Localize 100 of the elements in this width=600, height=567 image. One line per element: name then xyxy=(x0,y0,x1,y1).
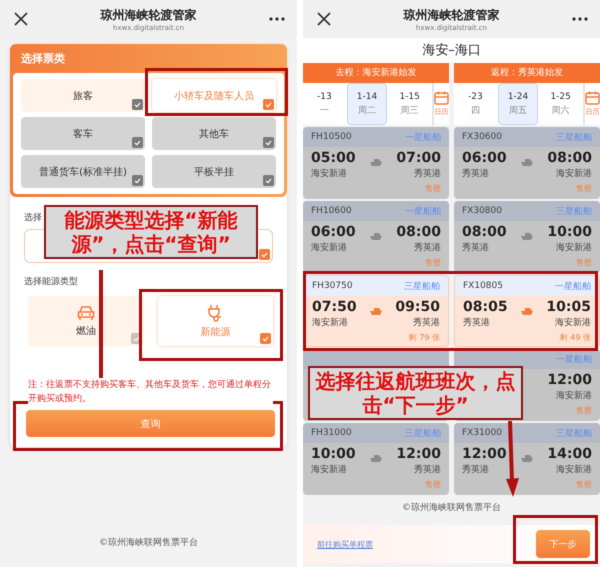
trip-card[interactable]: FH31000 三星船舶 10:00 海安新港 12:00 秀英港 售罄 xyxy=(303,423,449,495)
date-tab[interactable]: 1-14 周二 xyxy=(346,83,388,125)
section-title: 选择票类 xyxy=(20,51,66,67)
ship-icon xyxy=(520,306,534,316)
trip-number: FX30800 xyxy=(462,206,502,216)
ship-icon xyxy=(520,157,534,167)
trip-number: FX10805 xyxy=(463,281,503,291)
ship-grade: 三星船舶 xyxy=(405,428,441,440)
arrive-time: 08:00 xyxy=(396,224,441,240)
arrive-port: 海安新港 xyxy=(556,464,592,476)
ticket-status: 售罄 xyxy=(576,405,592,416)
ticket-status: 售罄 xyxy=(425,479,441,490)
app-title: 琼州海峡轮渡管家 xyxy=(100,6,196,24)
close-icon[interactable] xyxy=(14,12,28,26)
ship-grade: 三星船舶 xyxy=(556,206,592,218)
more-icon[interactable] xyxy=(269,17,285,21)
ship-grade: 三星船舶 xyxy=(556,132,592,144)
trip-card[interactable]: FX30800 三星船舶 08:00 秀英港 10:00 海安新港 售罄 xyxy=(454,201,600,273)
route-banner: 去程：海安新港始发 xyxy=(303,63,449,83)
ship-grade: 一星船舶 xyxy=(555,280,591,292)
ship-grade: 一星船舶 xyxy=(405,206,441,218)
depart-port: 秀英港 xyxy=(462,242,490,254)
trip-card[interactable]: FX10805 一星船舶 08:05 秀英港 10:05 海安新港 剩 49 张 xyxy=(454,275,600,347)
date-tab[interactable]: -13 一 xyxy=(305,84,344,124)
arrive-port: 海安新港 xyxy=(555,316,591,329)
ticket-status: 售罄 xyxy=(576,479,592,490)
trip-number: FH10600 xyxy=(311,206,352,216)
arrive-port: 秀英港 xyxy=(414,168,441,180)
ship-icon xyxy=(369,157,383,167)
depart-port: 秀英港 xyxy=(462,168,490,180)
arrive-time: 14:00 xyxy=(547,446,592,462)
depart-port: 海安新港 xyxy=(312,316,349,329)
trip-number: FX31000 xyxy=(462,428,502,438)
depart-time: 08:00 xyxy=(462,224,507,240)
arrive-time: 07:00 xyxy=(396,150,441,166)
depart-time: 08:05 xyxy=(463,299,508,315)
route-banner: 返程：秀英港始发 xyxy=(454,63,600,83)
check-icon xyxy=(132,175,143,186)
check-icon xyxy=(132,99,143,110)
depart-port: 海安新港 xyxy=(311,242,348,254)
depart-port: 秀英港 xyxy=(462,464,490,476)
depart-time: 05:00 xyxy=(311,150,356,166)
trip-card[interactable]: FH30750 三星船舶 07:50 海安新港 09:50 秀英港 剩 79 张 xyxy=(303,275,449,347)
trip-card[interactable]: FH10500 一星船舶 05:00 海安新港 07:00 秀英港 售罄 xyxy=(303,127,449,199)
arrive-time: 12:00 xyxy=(547,372,592,388)
ship-icon xyxy=(369,453,383,463)
trip-card[interactable]: FX31000 三星船舶 12:00 秀英港 14:00 海安新港 售罄 xyxy=(454,423,600,495)
ticket-type-option[interactable]: 旅客 xyxy=(21,79,145,112)
field-label: 选择能源类型 xyxy=(24,276,78,288)
depart-port: 海安新港 xyxy=(311,168,348,180)
field-label: 选择 xyxy=(24,212,42,224)
arrive-time: 12:00 xyxy=(396,446,441,462)
trip-card[interactable]: FH10600 一星船舶 06:00 海安新港 08:00 秀英港 售罄 xyxy=(303,201,449,273)
ship-icon xyxy=(369,306,383,316)
depart-port: 海安新港 xyxy=(311,464,348,476)
depart-port: 秀英港 xyxy=(463,316,491,329)
car-icon xyxy=(76,304,95,320)
arrive-port: 海安新港 xyxy=(556,390,592,402)
single-trip-link[interactable]: 前往购买单程票 xyxy=(317,538,373,550)
date-tab[interactable]: 1-24 周五 xyxy=(498,83,538,125)
route-title: 海安–海口 xyxy=(303,38,600,63)
trip-card[interactable]: FX30600 三星船舶 06:00 秀英港 08:00 海安新港 售罄 xyxy=(454,127,600,199)
arrive-time: 10:00 xyxy=(547,224,592,240)
ticket-status: 售罄 xyxy=(576,257,592,268)
depart-time: 12:00 xyxy=(462,446,507,462)
trip-number: FH30750 xyxy=(312,281,353,291)
date-tab[interactable]: -23 四 xyxy=(456,84,495,124)
ship-grade: 三星船舶 xyxy=(404,280,440,292)
trip-number: FH31000 xyxy=(311,428,352,438)
depart-time: 06:00 xyxy=(311,224,356,240)
check-icon xyxy=(260,333,271,344)
arrive-port: 海安新港 xyxy=(556,168,592,180)
arrive-time: 09:50 xyxy=(395,299,440,315)
ship-grade: 一星船舶 xyxy=(556,354,592,366)
energy-option[interactable]: 燃油 xyxy=(28,296,144,346)
arrive-time: 10:05 xyxy=(546,299,591,315)
ship-grade: 一星船舶 xyxy=(405,132,441,144)
check-icon xyxy=(132,137,143,148)
plug-icon xyxy=(207,304,224,322)
footer-text: ©琼州海峡联网售票平台 xyxy=(401,502,502,514)
check-icon xyxy=(259,249,270,260)
ticket-status: 剩 79 张 xyxy=(408,332,440,343)
annotation-tooltip: 选择往返航班班次，点击“下一步” xyxy=(308,366,523,420)
ship-icon xyxy=(369,231,383,241)
depart-time: 06:00 xyxy=(462,150,507,166)
check-icon xyxy=(263,137,274,148)
check-icon xyxy=(263,99,274,110)
ticket-status: 售罄 xyxy=(425,183,441,194)
date-tab[interactable]: 1-15 周三 xyxy=(390,84,430,124)
ticket-status: 售罄 xyxy=(425,257,441,268)
ticket-status: 剩 49 张 xyxy=(560,332,591,343)
close-icon[interactable] xyxy=(317,12,331,26)
depart-time: 10:00 xyxy=(311,446,356,462)
more-icon[interactable] xyxy=(572,17,588,21)
ticket-status: 售罄 xyxy=(576,183,592,194)
note-text: 注：往返票不支持购买客车、其他车及货车，您可通过单程分开购买或预约。 xyxy=(28,378,273,406)
annotation-tooltip: 能源类型选择“新能源”，点击“查询” xyxy=(44,205,258,259)
app-title: 琼州海峡轮渡管家 xyxy=(404,6,500,24)
date-tab[interactable]: 1-25 周六 xyxy=(541,84,580,124)
arrive-port: 秀英港 xyxy=(414,464,441,476)
